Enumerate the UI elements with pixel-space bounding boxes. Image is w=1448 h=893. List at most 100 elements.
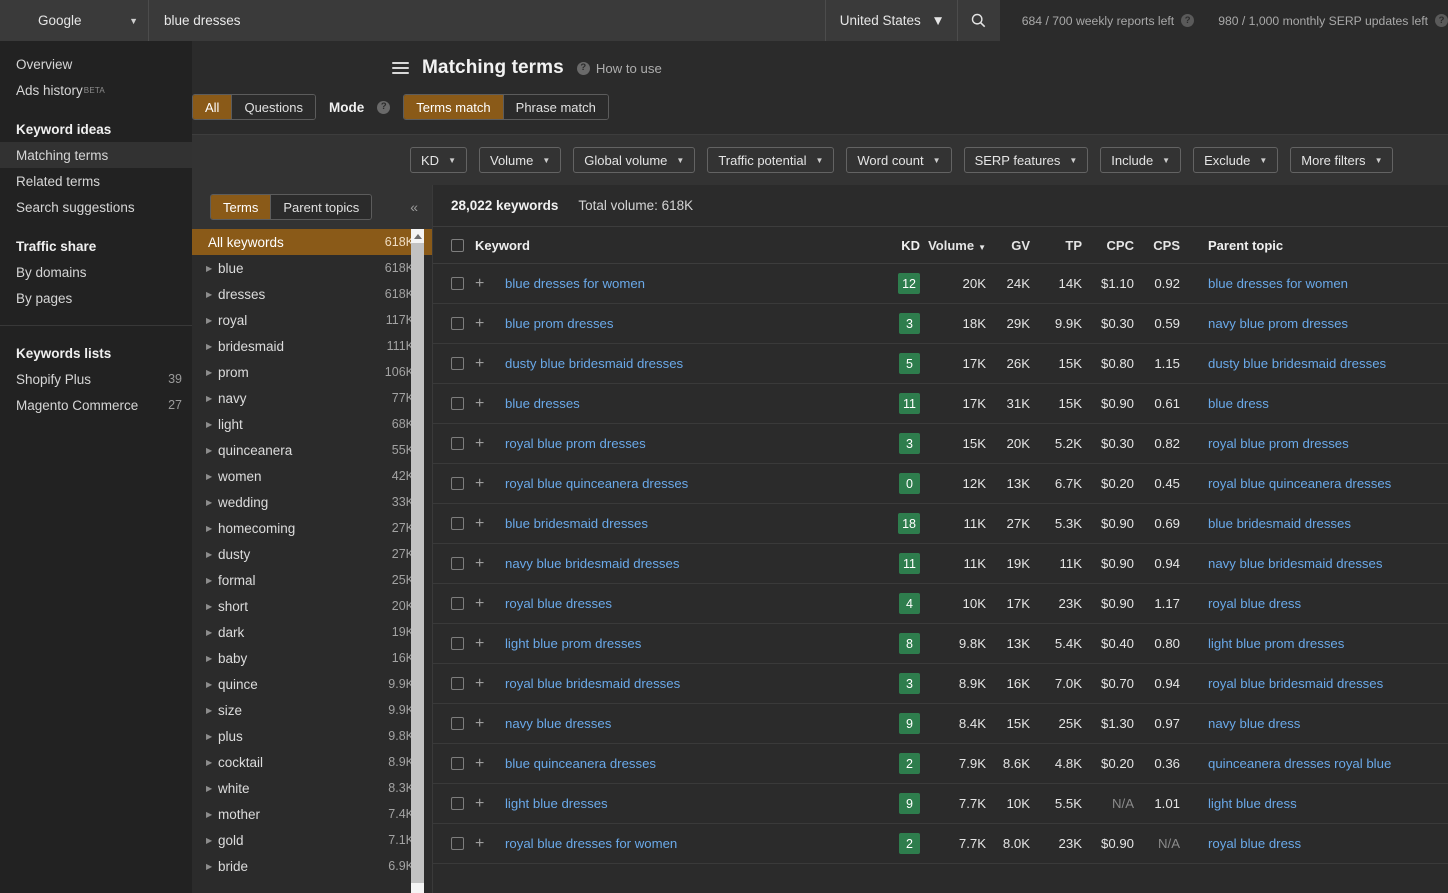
filter-traffic-potential[interactable]: Traffic potential ▼: [707, 147, 834, 173]
country-select[interactable]: United States ▼: [826, 0, 957, 41]
sidebar-item-ads-history[interactable]: Ads historyBETA: [0, 77, 192, 103]
parent-topic-link[interactable]: royal blue prom dresses: [1208, 436, 1349, 451]
terms-scrollbar[interactable]: [411, 229, 424, 893]
chevron-right-icon[interactable]: ▶: [206, 680, 218, 689]
filter-word-count[interactable]: Word count ▼: [846, 147, 951, 173]
row-checkbox[interactable]: [451, 437, 464, 450]
chevron-right-icon[interactable]: ▶: [206, 524, 218, 533]
term-item[interactable]: ▶dusty27K: [192, 541, 432, 567]
column-header-gv[interactable]: GV: [986, 238, 1030, 253]
keyword-link[interactable]: dusty blue bridesmaid dresses: [505, 356, 683, 371]
filter-exclude[interactable]: Exclude ▼: [1193, 147, 1278, 173]
chevron-right-icon[interactable]: ▶: [206, 810, 218, 819]
add-keyword-icon[interactable]: +: [475, 675, 505, 693]
row-checkbox[interactable]: [451, 717, 464, 730]
column-header-keyword[interactable]: Keyword: [475, 238, 882, 253]
help-icon[interactable]: ?: [1435, 14, 1448, 27]
search-input[interactable]: [149, 0, 825, 41]
chevron-right-icon[interactable]: ▶: [206, 862, 218, 871]
chevron-right-icon[interactable]: ▶: [206, 394, 218, 403]
parent-topic-link[interactable]: navy blue prom dresses: [1208, 316, 1348, 331]
add-keyword-icon[interactable]: +: [475, 515, 505, 533]
add-keyword-icon[interactable]: +: [475, 395, 505, 413]
parent-topic-link[interactable]: blue bridesmaid dresses: [1208, 516, 1351, 531]
filter-global-volume[interactable]: Global volume ▼: [573, 147, 695, 173]
filter-include[interactable]: Include ▼: [1100, 147, 1181, 173]
search-button[interactable]: [958, 0, 1000, 41]
column-header-tp[interactable]: TP: [1030, 238, 1082, 253]
column-header-cps[interactable]: CPS: [1134, 238, 1180, 253]
term-item[interactable]: ▶homecoming27K: [192, 515, 432, 541]
term-item[interactable]: ▶blue618K: [192, 255, 432, 281]
term-item[interactable]: ▶dresses618K: [192, 281, 432, 307]
filter-serp-features[interactable]: SERP features ▼: [964, 147, 1089, 173]
collapse-panel-icon[interactable]: «: [410, 199, 422, 215]
how-to-use-link[interactable]: ? How to use: [577, 61, 662, 76]
row-checkbox[interactable]: [451, 597, 464, 610]
term-item[interactable]: ▶white8.3K: [192, 775, 432, 801]
sidebar-item-overview[interactable]: Overview: [0, 51, 192, 77]
keyword-link[interactable]: blue dresses for women: [505, 276, 645, 291]
sidebar-item-by-pages[interactable]: By pages: [0, 285, 192, 311]
chevron-right-icon[interactable]: ▶: [206, 758, 218, 767]
add-keyword-icon[interactable]: +: [475, 555, 505, 573]
parent-topic-link[interactable]: blue dresses for women: [1208, 276, 1348, 291]
term-item-all-keywords[interactable]: All keywords 618K: [192, 229, 432, 255]
sidebar-item-search-suggestions[interactable]: Search suggestions: [0, 194, 192, 220]
sidebar-item-magento-commerce[interactable]: Magento Commerce 27: [0, 392, 192, 418]
tab-terms-match[interactable]: Terms match: [404, 95, 502, 119]
keyword-link[interactable]: navy blue bridesmaid dresses: [505, 556, 679, 571]
term-item[interactable]: ▶light68K: [192, 411, 432, 437]
filter-more-filters[interactable]: More filters ▼: [1290, 147, 1393, 173]
parent-topic-link[interactable]: light blue dress: [1208, 796, 1297, 811]
term-item[interactable]: ▶wedding33K: [192, 489, 432, 515]
keyword-link[interactable]: navy blue dresses: [505, 716, 611, 731]
scrollbar-thumb[interactable]: [411, 243, 424, 883]
keyword-link[interactable]: blue bridesmaid dresses: [505, 516, 648, 531]
term-item[interactable]: ▶navy77K: [192, 385, 432, 411]
chevron-right-icon[interactable]: ▶: [206, 342, 218, 351]
add-keyword-icon[interactable]: +: [475, 715, 505, 733]
term-item[interactable]: ▶plus9.8K: [192, 723, 432, 749]
add-keyword-icon[interactable]: +: [475, 475, 505, 493]
tab-all[interactable]: All: [193, 95, 231, 119]
column-header-volume[interactable]: Volume▼: [928, 238, 986, 253]
tab-questions[interactable]: Questions: [231, 95, 315, 119]
add-keyword-icon[interactable]: +: [475, 435, 505, 453]
term-item[interactable]: ▶quinceanera55K: [192, 437, 432, 463]
add-keyword-icon[interactable]: +: [475, 275, 505, 293]
keyword-link[interactable]: royal blue prom dresses: [505, 436, 646, 451]
row-checkbox[interactable]: [451, 837, 464, 850]
parent-topic-link[interactable]: navy blue dress: [1208, 716, 1300, 731]
term-item[interactable]: ▶dark19K: [192, 619, 432, 645]
add-keyword-icon[interactable]: +: [475, 635, 505, 653]
chevron-right-icon[interactable]: ▶: [206, 706, 218, 715]
add-keyword-icon[interactable]: +: [475, 835, 505, 853]
parent-topic-link[interactable]: navy blue bridesmaid dresses: [1208, 556, 1382, 571]
tab-parent-topics[interactable]: Parent topics: [270, 195, 371, 219]
select-all-checkbox[interactable]: [451, 239, 464, 252]
parent-topic-link[interactable]: royal blue quinceanera dresses: [1208, 476, 1391, 491]
filter-volume[interactable]: Volume ▼: [479, 147, 561, 173]
row-checkbox[interactable]: [451, 637, 464, 650]
row-checkbox[interactable]: [451, 317, 464, 330]
term-item[interactable]: ▶short20K: [192, 593, 432, 619]
keyword-link[interactable]: blue quinceanera dresses: [505, 756, 656, 771]
term-item[interactable]: ▶quince9.9K: [192, 671, 432, 697]
add-keyword-icon[interactable]: +: [475, 755, 505, 773]
chevron-right-icon[interactable]: ▶: [206, 602, 218, 611]
chevron-right-icon[interactable]: ▶: [206, 628, 218, 637]
chevron-right-icon[interactable]: ▶: [206, 576, 218, 585]
filter-kd[interactable]: KD ▼: [410, 147, 467, 173]
row-checkbox[interactable]: [451, 677, 464, 690]
row-checkbox[interactable]: [451, 557, 464, 570]
parent-topic-link[interactable]: dusty blue bridesmaid dresses: [1208, 356, 1386, 371]
row-checkbox[interactable]: [451, 277, 464, 290]
keyword-link[interactable]: light blue prom dresses: [505, 636, 641, 651]
term-item[interactable]: ▶bride6.9K: [192, 853, 432, 879]
chevron-right-icon[interactable]: ▶: [206, 498, 218, 507]
add-keyword-icon[interactable]: +: [475, 795, 505, 813]
parent-topic-link[interactable]: light blue prom dresses: [1208, 636, 1344, 651]
column-header-kd[interactable]: KD: [882, 238, 928, 253]
search-engine-select[interactable]: Google ▼: [24, 0, 148, 41]
